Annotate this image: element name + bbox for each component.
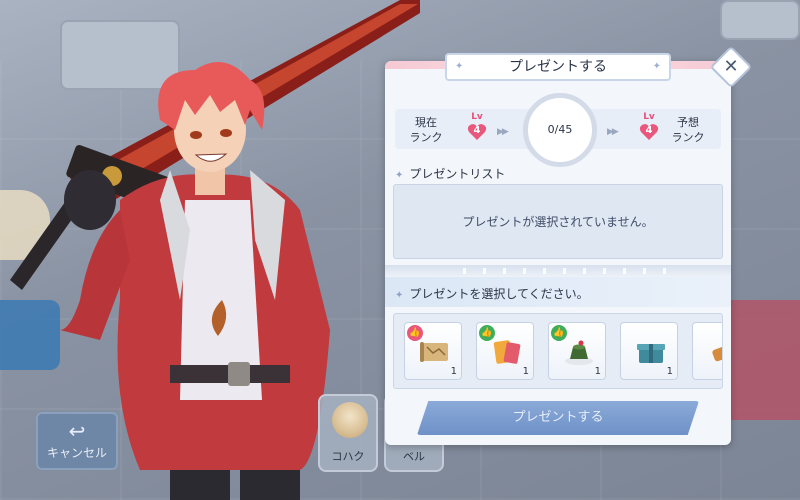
present-button-label: プレゼントする (512, 410, 604, 425)
item-partial-icon (712, 344, 722, 362)
expected-rank-label: 予想 ランク (671, 116, 705, 144)
current-rank-label: 現在 ランク (409, 116, 443, 144)
current-rank-badge: Lv 4 (463, 112, 491, 145)
present-item-list[interactable]: 👍 1 👍 1 👍 1 1 (393, 313, 723, 389)
item-quantity: 1 (450, 366, 457, 377)
select-prompt: ✦ プレゼントを選択してください。 (395, 287, 589, 301)
chevron-right-icon: ▶▶ (497, 127, 509, 137)
pudding-icon (565, 340, 593, 365)
sparkle-icon: ✦ (395, 290, 404, 301)
character-slot-name: ベル (403, 450, 425, 463)
item-quantity: 1 (522, 366, 529, 377)
empty-message: プレゼントが選択されていません。 (462, 215, 654, 229)
close-icon: ✕ (723, 56, 739, 77)
character-portrait (332, 402, 368, 438)
sparkle-icon: ✦ (395, 170, 404, 181)
cancel-label: キャンセル (46, 446, 107, 460)
character-slot-name: コハク (331, 450, 365, 463)
rank-progress-ring: 0/45 (523, 93, 597, 167)
present-item[interactable]: 1 (620, 322, 678, 380)
present-item[interactable]: 👍 1 (404, 322, 462, 380)
scroll-map-icon (420, 342, 448, 362)
sparkle-icon: ✦ (455, 61, 464, 72)
select-prompt-bar: ✦ プレゼントを選択してください。 (385, 277, 731, 307)
present-panel: ✦ プレゼントする ✦ 現在 ランク Lv 4 ▶▶ 0/45 ▶▶ Lv 4 (385, 53, 731, 445)
present-item[interactable]: 👍 1 (548, 322, 606, 380)
present-item[interactable]: 👍 1 (476, 322, 534, 380)
heart-icon: 4 (467, 123, 487, 141)
character-slot-kohaku[interactable]: コハク (318, 394, 378, 472)
panel-divider (385, 265, 731, 277)
back-arrow-icon: ↩ (68, 419, 86, 443)
sparkle-icon: ✦ (652, 61, 661, 72)
panel-title: プレゼントする (509, 59, 607, 75)
expected-rank-badge: Lv 4 (635, 112, 663, 145)
chevron-right-icon: ▶▶ (607, 127, 619, 137)
present-button[interactable]: プレゼントする (417, 401, 699, 435)
present-item[interactable] (692, 322, 722, 380)
tickets-icon (493, 340, 521, 364)
gift-box-icon (637, 344, 665, 363)
cancel-button[interactable]: ↩ キャンセル (36, 412, 118, 470)
present-list-title: ✦ プレゼントリスト (395, 167, 506, 181)
present-list-empty: プレゼントが選択されていません。 (393, 184, 723, 259)
item-quantity: 1 (594, 366, 601, 377)
wall-block (720, 0, 800, 40)
rank-progress-text: 0/45 (547, 123, 573, 136)
item-quantity: 1 (666, 366, 673, 377)
heart-icon: 4 (639, 123, 659, 141)
panel-title-tab: ✦ プレゼントする ✦ (445, 53, 671, 81)
